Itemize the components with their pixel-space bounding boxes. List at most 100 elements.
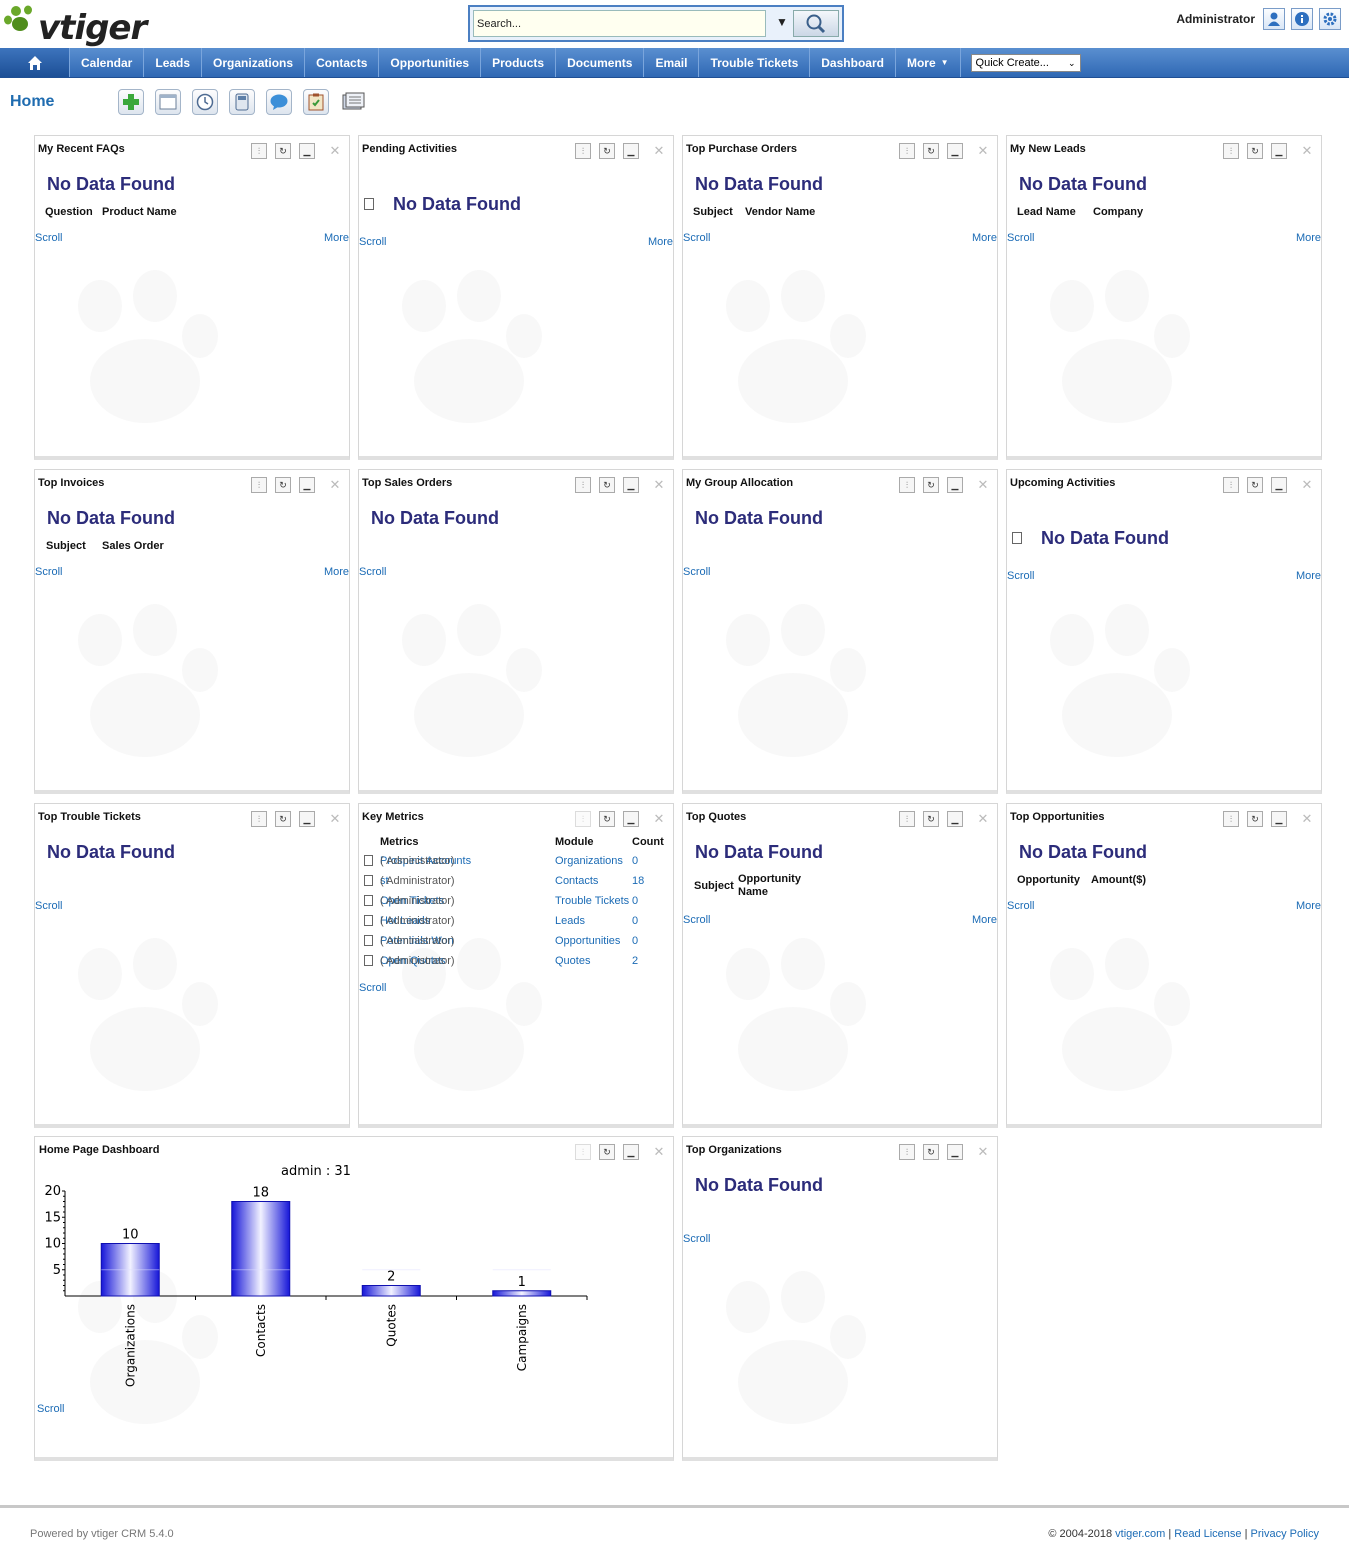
widget-edit-icon[interactable]: ⫶ [251,811,267,827]
widget-refresh-icon[interactable]: ↻ [1247,143,1263,159]
widget-refresh-icon[interactable]: ↻ [923,811,939,827]
metric-module-link[interactable]: Opportunities [555,935,620,947]
widget-close-icon[interactable]: ✕ [327,477,343,493]
widget-minimize-icon[interactable]: ▁ [623,1144,639,1160]
widget-minimize-icon[interactable]: ▁ [623,143,639,159]
widget-refresh-icon[interactable]: ↻ [599,811,615,827]
scroll-link[interactable]: Scroll [683,566,711,578]
scroll-link[interactable]: Scroll [1007,570,1035,582]
more-link[interactable]: More [324,232,349,244]
widget-minimize-icon[interactable]: ▁ [299,811,315,827]
widget-edit-icon[interactable]: ⫶ [1223,143,1239,159]
scroll-link[interactable]: Scroll [35,232,63,244]
widget-close-icon[interactable]: ✕ [1299,477,1315,493]
scroll-link[interactable]: Scroll [1007,232,1035,244]
widget-refresh-icon[interactable]: ↻ [275,811,291,827]
widget-close-icon[interactable]: ✕ [327,143,343,159]
home-tab[interactable] [0,48,70,77]
widget-edit-icon[interactable]: ⫶ [1223,811,1239,827]
widget-close-icon[interactable]: ✕ [975,143,991,159]
more-link[interactable]: More [1296,232,1321,244]
more-link[interactable]: More [1296,570,1321,582]
scroll-link[interactable]: Scroll [683,232,711,244]
chat-icon[interactable] [266,89,292,115]
search-input[interactable] [473,10,766,37]
widget-edit-icon[interactable]: ⫶ [899,811,915,827]
metric-count-link[interactable]: 0 [632,935,638,947]
privacy-policy-link[interactable]: Privacy Policy [1251,1528,1319,1540]
widget-refresh-icon[interactable]: ↻ [599,477,615,493]
widget-close-icon[interactable]: ✕ [975,811,991,827]
metric-module-link[interactable]: Quotes [555,955,590,967]
widget-edit-icon[interactable]: ⫶ [575,143,591,159]
scroll-link[interactable]: Scroll [35,566,63,578]
nav-documents[interactable]: Documents [556,48,645,77]
widget-close-icon[interactable]: ✕ [975,1144,991,1160]
vtiger-logo[interactable]: vtiger [2,4,167,48]
scroll-link[interactable]: Scroll [359,566,387,578]
widget-close-icon[interactable]: ✕ [651,811,667,827]
read-license-link[interactable]: Read License [1174,1528,1241,1540]
metric-module-link[interactable]: Contacts [555,875,598,887]
scroll-link[interactable]: Scroll [359,236,387,248]
more-link[interactable]: More [324,566,349,578]
metric-module-link[interactable]: Trouble Tickets [555,895,629,907]
nav-dashboard[interactable]: Dashboard [810,48,896,77]
widget-minimize-icon[interactable]: ▁ [947,477,963,493]
widget-minimize-icon[interactable]: ▁ [623,811,639,827]
nav-leads[interactable]: Leads [144,48,203,77]
widget-refresh-icon[interactable]: ↻ [923,143,939,159]
add-widget-icon[interactable] [118,89,144,115]
metric-count-link[interactable]: 0 [632,855,638,867]
notebook-icon[interactable] [340,89,366,115]
widget-minimize-icon[interactable]: ▁ [299,477,315,493]
widget-close-icon[interactable]: ✕ [651,143,667,159]
more-link[interactable]: More [648,236,673,248]
widget-close-icon[interactable]: ✕ [975,477,991,493]
widget-minimize-icon[interactable]: ▁ [1271,477,1287,493]
nav-more[interactable]: More ▼ [896,48,961,77]
widget-minimize-icon[interactable]: ▁ [947,143,963,159]
metric-module-link[interactable]: Organizations [555,855,623,867]
widget-edit-icon[interactable]: ⫶ [899,143,915,159]
metric-count-link[interactable]: 18 [632,875,644,887]
nav-products[interactable]: Products [481,48,557,77]
widget-minimize-icon[interactable]: ▁ [947,1144,963,1160]
metric-module-link[interactable]: Leads [555,915,585,927]
widget-edit-icon[interactable]: ⫶ [251,143,267,159]
widget-minimize-icon[interactable]: ▁ [623,477,639,493]
scroll-link[interactable]: Scroll [35,900,63,912]
scroll-link[interactable]: Scroll [683,1233,711,1245]
metric-count-link[interactable]: 2 [632,955,638,967]
settings-gear-icon[interactable] [1319,8,1341,30]
scroll-link[interactable]: Scroll [359,982,387,994]
calculator-icon[interactable] [229,89,255,115]
widget-refresh-icon[interactable]: ↻ [599,143,615,159]
my-preferences-icon[interactable] [1263,8,1285,30]
quick-create-select[interactable]: Quick Create... ⌄ [970,54,1081,72]
widget-refresh-icon[interactable]: ↻ [1247,811,1263,827]
search-dropdown-icon[interactable]: ▼ [776,15,788,29]
layout-icon[interactable] [155,89,181,115]
nav-opportunities[interactable]: Opportunities [379,48,482,77]
widget-refresh-icon[interactable]: ↻ [1247,477,1263,493]
info-icon[interactable] [1291,8,1313,30]
nav-calendar[interactable]: Calendar [70,48,145,77]
search-button[interactable] [793,10,839,37]
widget-edit-icon[interactable]: ⫶ [1223,477,1239,493]
nav-contacts[interactable]: Contacts [305,48,380,77]
nav-trouble-tickets[interactable]: Trouble Tickets [699,48,811,77]
metric-count-link[interactable]: 0 [632,915,638,927]
widget-refresh-icon[interactable]: ↻ [599,1144,615,1160]
widget-refresh-icon[interactable]: ↻ [275,143,291,159]
widget-close-icon[interactable]: ✕ [1299,811,1315,827]
scroll-link[interactable]: Scroll [37,1403,65,1415]
widget-refresh-icon[interactable]: ↻ [923,1144,939,1160]
widget-minimize-icon[interactable]: ▁ [947,811,963,827]
widget-edit-icon[interactable]: ⫶ [251,477,267,493]
widget-edit-icon[interactable]: ⫶ [899,1144,915,1160]
nav-organizations[interactable]: Organizations [202,48,306,77]
widget-minimize-icon[interactable]: ▁ [1271,811,1287,827]
widget-close-icon[interactable]: ✕ [651,1144,667,1160]
widget-minimize-icon[interactable]: ▁ [299,143,315,159]
